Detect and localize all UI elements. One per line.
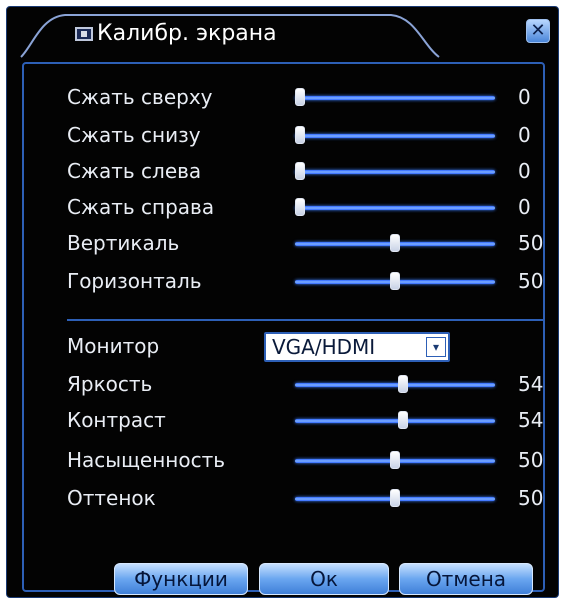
vertical-value: 50: [518, 231, 544, 255]
compress-left-value: 0: [518, 159, 531, 183]
compress-right-value: 0: [518, 195, 531, 219]
slider-row-horizontal: Горизонталь 50: [52, 264, 543, 298]
compress-right-label: Сжать справа: [67, 195, 215, 219]
compress-top-label: Сжать сверху: [67, 85, 213, 109]
slider-row-saturation: Насыщенность 50: [52, 443, 543, 477]
compress-left-track[interactable]: [295, 170, 495, 174]
monitor-select[interactable]: VGA/HDMI ▾: [264, 332, 450, 362]
saturation-value: 50: [518, 448, 544, 472]
contrast-thumb[interactable]: [397, 411, 408, 429]
hue-label: Оттенок: [67, 486, 156, 510]
saturation-thumb[interactable]: [390, 451, 400, 469]
vertical-label: Вертикаль: [67, 231, 180, 255]
slider-row-compress-left: Сжать слева 0: [52, 154, 531, 188]
functions-button[interactable]: Функции: [114, 563, 248, 595]
slider-row-compress-right: Сжать справа 0: [52, 190, 531, 224]
monitor-icon: [75, 27, 93, 41]
contrast-value: 54: [518, 408, 544, 432]
title-bar[interactable]: Калибр. экрана ✕: [7, 7, 558, 65]
brightness-track[interactable]: [295, 383, 495, 387]
compress-bottom-track[interactable]: [295, 134, 495, 138]
slider-row-compress-top: Сжать сверху 0: [52, 80, 531, 114]
hue-value: 50: [518, 486, 544, 510]
compress-left-thumb[interactable]: [295, 162, 305, 180]
contrast-track[interactable]: [295, 419, 495, 423]
cancel-button[interactable]: Отмена: [399, 563, 533, 595]
compress-left-label: Сжать слева: [67, 159, 202, 183]
calibration-dialog: Калибр. экрана ✕ Сжать сверху 0 Сжать сн…: [6, 6, 559, 598]
horizontal-thumb[interactable]: [390, 272, 400, 290]
title-tab: Калибр. экрана: [19, 9, 441, 59]
contrast-label: Контраст: [67, 408, 166, 432]
compress-right-thumb[interactable]: [295, 198, 305, 216]
section-divider: [67, 319, 543, 321]
brightness-value: 54: [518, 372, 544, 396]
hue-thumb[interactable]: [390, 489, 400, 507]
slider-row-vertical: Вертикаль 50: [52, 226, 543, 260]
brightness-label: Яркость: [67, 372, 153, 396]
slider-row-contrast: Контраст 54: [52, 403, 543, 437]
close-icon: ✕: [530, 20, 546, 41]
slider-row-compress-bottom: Сжать снизу 0: [52, 118, 531, 152]
monitor-label: Монитор: [67, 334, 160, 358]
compress-top-track[interactable]: [295, 96, 495, 100]
close-button[interactable]: ✕: [526, 19, 550, 43]
brightness-thumb[interactable]: [397, 375, 408, 393]
horizontal-value: 50: [518, 269, 544, 293]
dropdown-arrow-icon[interactable]: ▾: [426, 337, 446, 357]
saturation-label: Насыщенность: [67, 448, 226, 472]
compress-bottom-thumb[interactable]: [295, 126, 305, 144]
slider-row-brightness: Яркость 54: [52, 367, 543, 401]
compress-bottom-value: 0: [518, 123, 531, 147]
slider-row-hue: Оттенок 50: [52, 481, 543, 515]
horizontal-label: Горизонталь: [67, 269, 202, 293]
vertical-thumb[interactable]: [390, 234, 400, 252]
compress-right-track[interactable]: [295, 206, 495, 210]
compress-top-thumb[interactable]: [295, 88, 305, 106]
window-title: Калибр. экрана: [97, 21, 277, 46]
ok-button[interactable]: Ок: [259, 563, 389, 595]
monitor-select-value: VGA/HDMI: [272, 335, 376, 359]
compress-bottom-label: Сжать снизу: [67, 123, 201, 147]
compress-top-value: 0: [518, 85, 531, 109]
